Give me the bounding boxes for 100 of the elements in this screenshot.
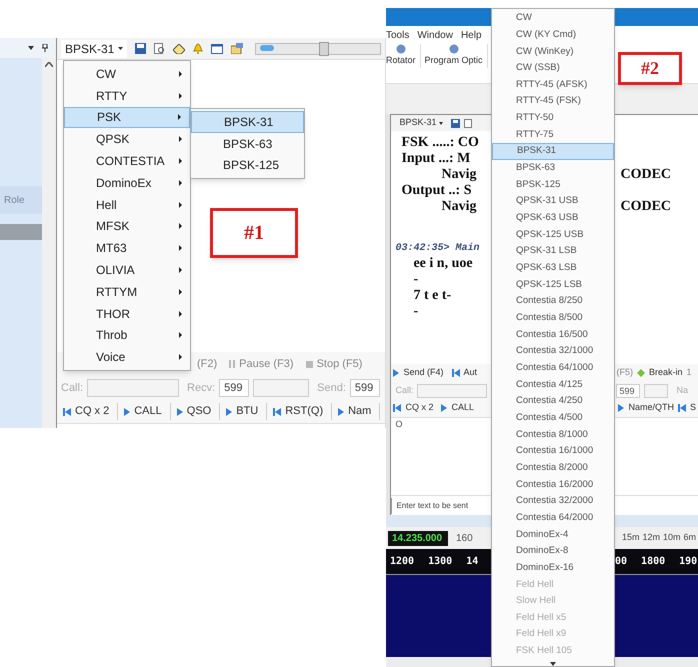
menu-item[interactable]: CW xyxy=(64,63,190,85)
menu-item[interactable]: RTTYM xyxy=(64,280,190,303)
list-item[interactable]: RTTY-50 xyxy=(492,110,614,127)
menu-entry[interactable]: Window xyxy=(417,28,453,42)
pin-icon[interactable] xyxy=(42,44,48,52)
list-item[interactable]: Contestia 16/2000 xyxy=(492,476,614,494)
save-icon[interactable] xyxy=(135,43,146,54)
ribbon-button[interactable]: Rotator xyxy=(386,44,421,68)
band-button[interactable]: 10m xyxy=(662,531,680,545)
toolbar-button[interactable]: RST(Q) xyxy=(271,403,332,420)
list-item[interactable]: DominoEx-8 xyxy=(492,543,614,560)
list-item[interactable]: DominoEx-4 xyxy=(492,526,614,543)
toolbar-button[interactable]: Break-in xyxy=(634,366,684,380)
menu-item[interactable]: CONTESTIA xyxy=(64,150,190,172)
toolbar-button[interactable]: Nam xyxy=(336,403,380,420)
dropdown-icon[interactable] xyxy=(28,46,34,50)
list-item[interactable]: Contestia 16/1000 xyxy=(492,443,614,460)
menu-item[interactable]: MFSK xyxy=(64,216,190,238)
toolbar-button[interactable]: Name/QTH xyxy=(616,401,676,415)
ribbon-button[interactable]: Program Optic xyxy=(424,44,488,68)
recv-field[interactable]: 599 xyxy=(219,379,250,397)
menu-entry[interactable]: Tools xyxy=(386,28,410,42)
list-item[interactable]: CW (WinKey) xyxy=(492,43,614,60)
menu-item[interactable]: THOR xyxy=(64,302,190,325)
toolbar-button[interactable]: BTU xyxy=(224,403,268,420)
toolbar-button[interactable]: CALL xyxy=(122,403,171,420)
list-item[interactable]: RTTY-45 (FSK) xyxy=(492,93,614,110)
toolbar-button[interactable]: CQ x 2 xyxy=(61,403,118,420)
list-item[interactable]: BPSK-31 xyxy=(492,143,614,160)
toolbar-button[interactable]: CALL xyxy=(439,401,476,415)
list-item[interactable]: RTTY-45 (AFSK) xyxy=(492,76,614,94)
scrollbar[interactable] xyxy=(42,58,56,428)
toolbar-button[interactable]: Send (F4) xyxy=(391,366,446,380)
list-item[interactable]: DominoEx-16 xyxy=(492,560,614,576)
menu-item[interactable]: Throb xyxy=(64,324,190,346)
list-item[interactable]: Contestia 8/250 xyxy=(492,293,614,310)
preview-icon[interactable] xyxy=(154,43,166,54)
list-item[interactable]: Contestia 4/500 xyxy=(492,410,614,426)
toolbar-button[interactable]: Aut xyxy=(450,366,480,380)
level-slider[interactable] xyxy=(255,42,381,54)
slider-thumb[interactable] xyxy=(319,42,330,56)
recv-extra-field[interactable] xyxy=(253,379,310,397)
list-item[interactable]: Contestia 64/2000 xyxy=(492,510,614,526)
list-item[interactable]: BPSK-125 xyxy=(492,176,614,194)
list-item[interactable]: Contestia 32/1000 xyxy=(492,343,614,360)
mode-dropdown[interactable]: BPSK-31 xyxy=(395,116,446,130)
list-item[interactable]: QPSK-31 LSB xyxy=(492,243,614,260)
toolbar-button[interactable]: QSO xyxy=(174,403,220,420)
list-item[interactable]: Contestia 64/1000 xyxy=(492,360,614,376)
list-item[interactable]: Contestia 8/500 xyxy=(492,310,614,326)
menu-item[interactable]: PSK xyxy=(64,106,190,128)
band-button[interactable]: 12m xyxy=(642,531,660,545)
list-item[interactable]: Contestia 4/250 xyxy=(492,393,614,410)
list-item[interactable]: Contestia 4/125 xyxy=(492,376,614,394)
menu-item[interactable]: RTTY xyxy=(64,84,190,107)
list-item[interactable]: CW (KY Cmd) xyxy=(492,26,614,44)
list-item[interactable]: QPSK-125 USB xyxy=(492,226,614,244)
band-button[interactable]: 6m xyxy=(683,531,696,545)
list-item[interactable]: Contestia 8/1000 xyxy=(492,426,614,444)
menu-item[interactable]: BPSK-63 xyxy=(191,132,304,155)
menu-item[interactable]: BPSK-31 xyxy=(191,111,304,133)
send-field[interactable]: 599 xyxy=(350,379,380,397)
list-item[interactable]: QPSK-63 USB xyxy=(492,210,614,227)
menu-item[interactable]: QPSK xyxy=(64,128,190,150)
send-field[interactable]: 599 xyxy=(616,384,640,398)
save-icon[interactable] xyxy=(450,118,460,128)
list-item[interactable]: QPSK-31 USB xyxy=(492,193,614,210)
call-field[interactable] xyxy=(87,379,180,397)
list-item[interactable]: CW (SSB) xyxy=(492,60,614,77)
menu-item[interactable]: BPSK-125 xyxy=(191,154,304,176)
toolbar-button[interactable]: CQ x 2 xyxy=(391,401,436,415)
list-item[interactable]: RTTY-75 xyxy=(492,126,614,144)
list-item[interactable]: QPSK-125 LSB xyxy=(492,276,614,294)
transmit-field[interactable]: Enter text to be sent xyxy=(391,498,482,514)
list-item[interactable]: QPSK-63 LSB xyxy=(492,260,614,276)
list-item[interactable]: Contestia 32/2000 xyxy=(492,493,614,510)
band-button[interactable]: 15m xyxy=(622,531,640,545)
options-icon[interactable] xyxy=(231,43,244,54)
list-item[interactable]: BPSK-63 xyxy=(492,160,614,177)
menu-entry[interactable]: Help xyxy=(460,28,482,42)
call-field[interactable] xyxy=(417,384,488,398)
extra-field[interactable] xyxy=(644,384,668,398)
toolbar-button[interactable]: S xyxy=(676,401,698,415)
list-item[interactable]: CW xyxy=(492,10,614,27)
list-item[interactable]: Contestia 8/2000 xyxy=(492,460,614,476)
window-icon[interactable] xyxy=(211,44,224,54)
menu-item[interactable]: DominoEx xyxy=(64,172,190,194)
menu-item[interactable]: Hell xyxy=(64,194,190,216)
scroll-up-icon[interactable] xyxy=(45,62,53,67)
diamond-icon xyxy=(636,368,645,376)
list-item[interactable]: Contestia 16/500 xyxy=(492,326,614,344)
bell-icon[interactable] xyxy=(193,43,204,54)
preview-icon[interactable] xyxy=(464,118,472,128)
menu-item[interactable]: Voice xyxy=(64,346,190,368)
scroll-down-icon[interactable] xyxy=(550,662,556,666)
eraser-icon[interactable] xyxy=(173,44,186,54)
menu-item[interactable]: OLIVIA xyxy=(64,259,190,281)
mode-dropdown[interactable]: BPSK-31 xyxy=(61,40,128,58)
caret-icon xyxy=(118,47,124,50)
menu-item[interactable]: MT63 xyxy=(64,237,190,260)
